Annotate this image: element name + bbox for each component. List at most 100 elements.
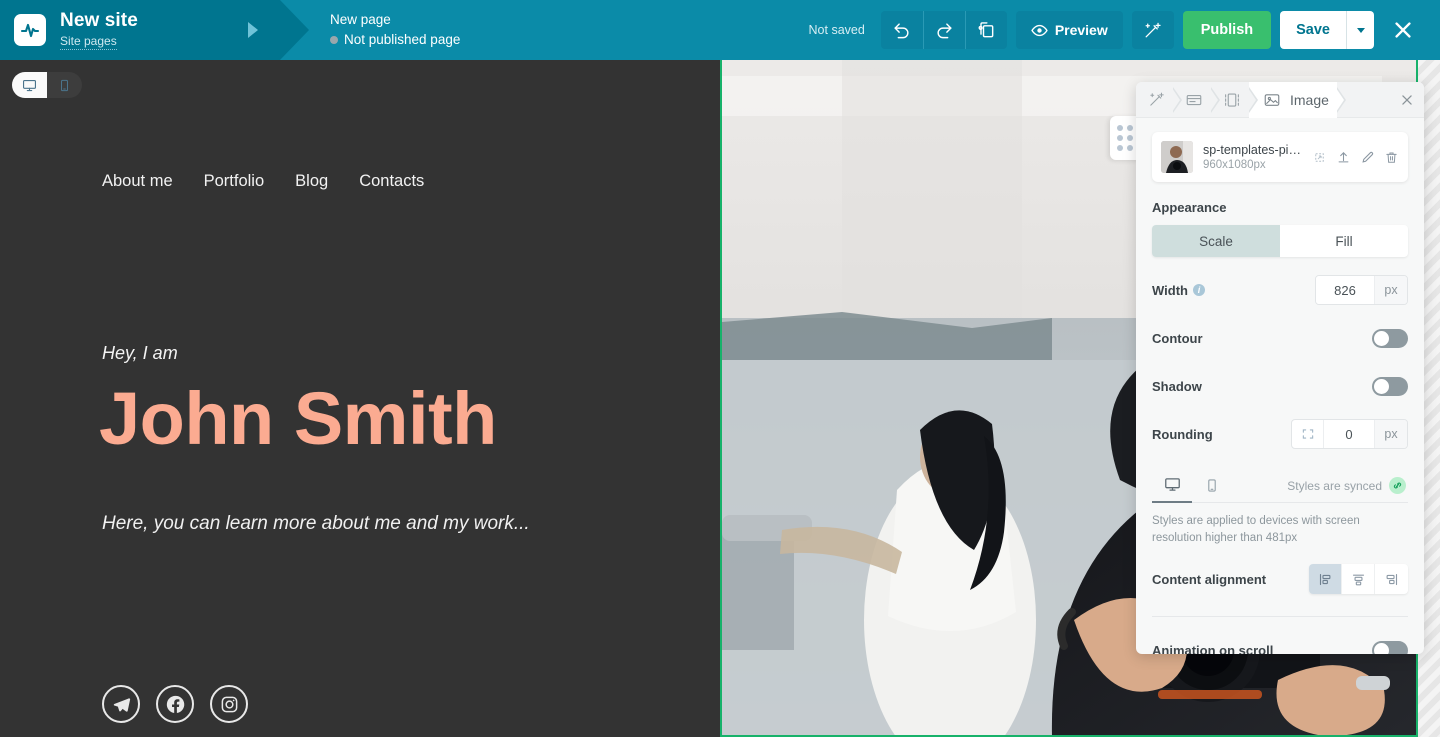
social-link-facebook[interactable] xyxy=(156,685,194,723)
styles-synced-indicator[interactable]: Styles are synced xyxy=(1287,477,1408,494)
column-icon xyxy=(1225,92,1239,107)
preview-button[interactable]: Preview xyxy=(1015,11,1123,49)
close-editor-button[interactable] xyxy=(1380,10,1426,50)
edit-pencil-icon xyxy=(1362,151,1374,163)
telegram-icon xyxy=(113,697,130,712)
hero-heading[interactable]: John Smith xyxy=(99,378,497,460)
image-file-card[interactable]: sp-templates-pic.... 960x1080px xyxy=(1152,132,1408,182)
page-status: Not published page xyxy=(330,32,460,49)
content-alignment-options xyxy=(1309,564,1408,595)
thumbnail-preview xyxy=(1161,141,1193,173)
section-icon xyxy=(1186,94,1202,105)
trash-icon xyxy=(1386,152,1397,163)
animation-toggle[interactable] xyxy=(1372,640,1408,654)
mobile-icon xyxy=(61,79,68,91)
animation-row: Animation on scroll xyxy=(1152,635,1408,654)
undo-icon xyxy=(894,22,909,38)
width-input[interactable] xyxy=(1316,276,1374,304)
breadcrumb-arrow-icon xyxy=(248,22,258,38)
align-left-icon xyxy=(1319,573,1330,585)
rounding-unit: px xyxy=(1374,420,1407,448)
page-title: New page xyxy=(330,11,391,27)
hero-eyebrow-text[interactable]: Hey, I am xyxy=(102,343,178,364)
instagram-icon xyxy=(221,696,237,712)
panel-breadcrumb-bar: Image xyxy=(1136,82,1424,118)
chevron-down-icon xyxy=(1356,27,1365,33)
appearance-option-fill[interactable]: Fill xyxy=(1280,225,1408,257)
nav-link-portfolio[interactable]: Portfolio xyxy=(204,172,265,191)
breadcrumb-image-label: Image xyxy=(1290,91,1329,108)
appearance-option-scale[interactable]: Scale xyxy=(1152,225,1280,257)
align-center-icon xyxy=(1352,574,1364,586)
pulse-logo-icon xyxy=(20,23,40,38)
social-link-instagram[interactable] xyxy=(210,685,248,723)
width-field: px xyxy=(1315,275,1408,305)
device-desktop-option[interactable] xyxy=(12,72,47,98)
rounding-input[interactable] xyxy=(1324,420,1374,448)
preview-label: Preview xyxy=(1054,22,1108,38)
nav-link-blog[interactable]: Blog xyxy=(295,172,328,191)
site-title: New site xyxy=(60,9,138,31)
image-thumbnail xyxy=(1161,141,1193,173)
styles-synced-label: Styles are synced xyxy=(1287,478,1382,493)
rounding-corners-button[interactable] xyxy=(1292,420,1324,448)
shadow-label: Shadow xyxy=(1152,378,1202,394)
crop-icon xyxy=(1315,152,1324,162)
appearance-mode-toggle: Scale Fill xyxy=(1152,225,1408,257)
width-label-group: Width i xyxy=(1152,283,1205,298)
contour-row: Contour xyxy=(1152,323,1408,353)
content-alignment-label: Content alignment xyxy=(1152,571,1267,587)
upload-icon xyxy=(1338,151,1349,162)
nav-link-contacts[interactable]: Contacts xyxy=(359,172,424,191)
page-identity-block: New page Not published page xyxy=(330,12,460,49)
upload-image-button[interactable] xyxy=(1336,150,1351,165)
align-center-button[interactable] xyxy=(1342,564,1375,595)
eye-icon xyxy=(1031,24,1048,36)
toolbar-actions: Not saved Preview Publish Save xyxy=(809,10,1440,50)
hero-tagline[interactable]: Here, you can learn more about me and my… xyxy=(102,513,530,535)
crop-image-button[interactable] xyxy=(1312,150,1327,165)
top-toolbar: New site Site pages New page Not publish… xyxy=(0,0,1440,60)
panel-content: sp-templates-pic.... 960x1080px Appearan… xyxy=(1136,118,1424,654)
edit-image-button[interactable] xyxy=(1360,150,1375,165)
undo-button[interactable] xyxy=(880,11,923,49)
publish-label: Publish xyxy=(1200,22,1254,38)
drag-dots-icon xyxy=(1117,125,1133,151)
save-options-button[interactable] xyxy=(1346,11,1374,49)
contour-toggle[interactable] xyxy=(1372,328,1408,348)
align-left-button[interactable] xyxy=(1309,564,1342,595)
nav-link-about-me[interactable]: About me xyxy=(102,172,173,191)
site-builder-app: New site Site pages New page Not publish… xyxy=(0,0,1440,737)
redo-button[interactable] xyxy=(922,11,965,49)
site-navigation: About me Portfolio Blog Contacts xyxy=(102,172,424,191)
style-tab-desktop[interactable] xyxy=(1152,469,1192,503)
image-file-dimensions: 960x1080px xyxy=(1203,159,1266,171)
align-right-button[interactable] xyxy=(1375,564,1408,594)
info-icon[interactable]: i xyxy=(1192,284,1205,296)
panel-close-button[interactable] xyxy=(1390,82,1424,118)
breadcrumb-image[interactable]: Image xyxy=(1249,82,1346,118)
corners-icon xyxy=(1302,429,1313,439)
rounding-field: px xyxy=(1291,419,1408,449)
content-alignment-row: Content alignment xyxy=(1152,564,1408,595)
rounding-row: Rounding px xyxy=(1152,419,1408,449)
desktop-icon xyxy=(23,79,36,91)
width-label: Width xyxy=(1152,282,1188,298)
image-file-name: sp-templates-pic.... xyxy=(1203,143,1306,157)
site-pages-link[interactable]: Site pages xyxy=(60,34,117,51)
close-icon xyxy=(1402,94,1412,105)
shadow-toggle[interactable] xyxy=(1372,376,1408,396)
design-tools-button[interactable] xyxy=(1131,11,1174,49)
delete-image-button[interactable] xyxy=(1384,150,1399,165)
pages-button[interactable] xyxy=(964,11,1007,49)
social-link-telegram[interactable] xyxy=(102,685,140,723)
align-right-icon xyxy=(1386,573,1398,585)
style-tab-mobile[interactable] xyxy=(1192,469,1232,503)
save-button[interactable]: Save xyxy=(1280,11,1346,49)
app-logo[interactable] xyxy=(14,14,46,46)
breadcrumb-design[interactable] xyxy=(1136,82,1182,118)
history-buttons xyxy=(880,11,1007,49)
publish-button[interactable]: Publish xyxy=(1182,11,1272,49)
shadow-row: Shadow xyxy=(1152,371,1408,401)
device-mobile-option[interactable] xyxy=(47,72,82,98)
